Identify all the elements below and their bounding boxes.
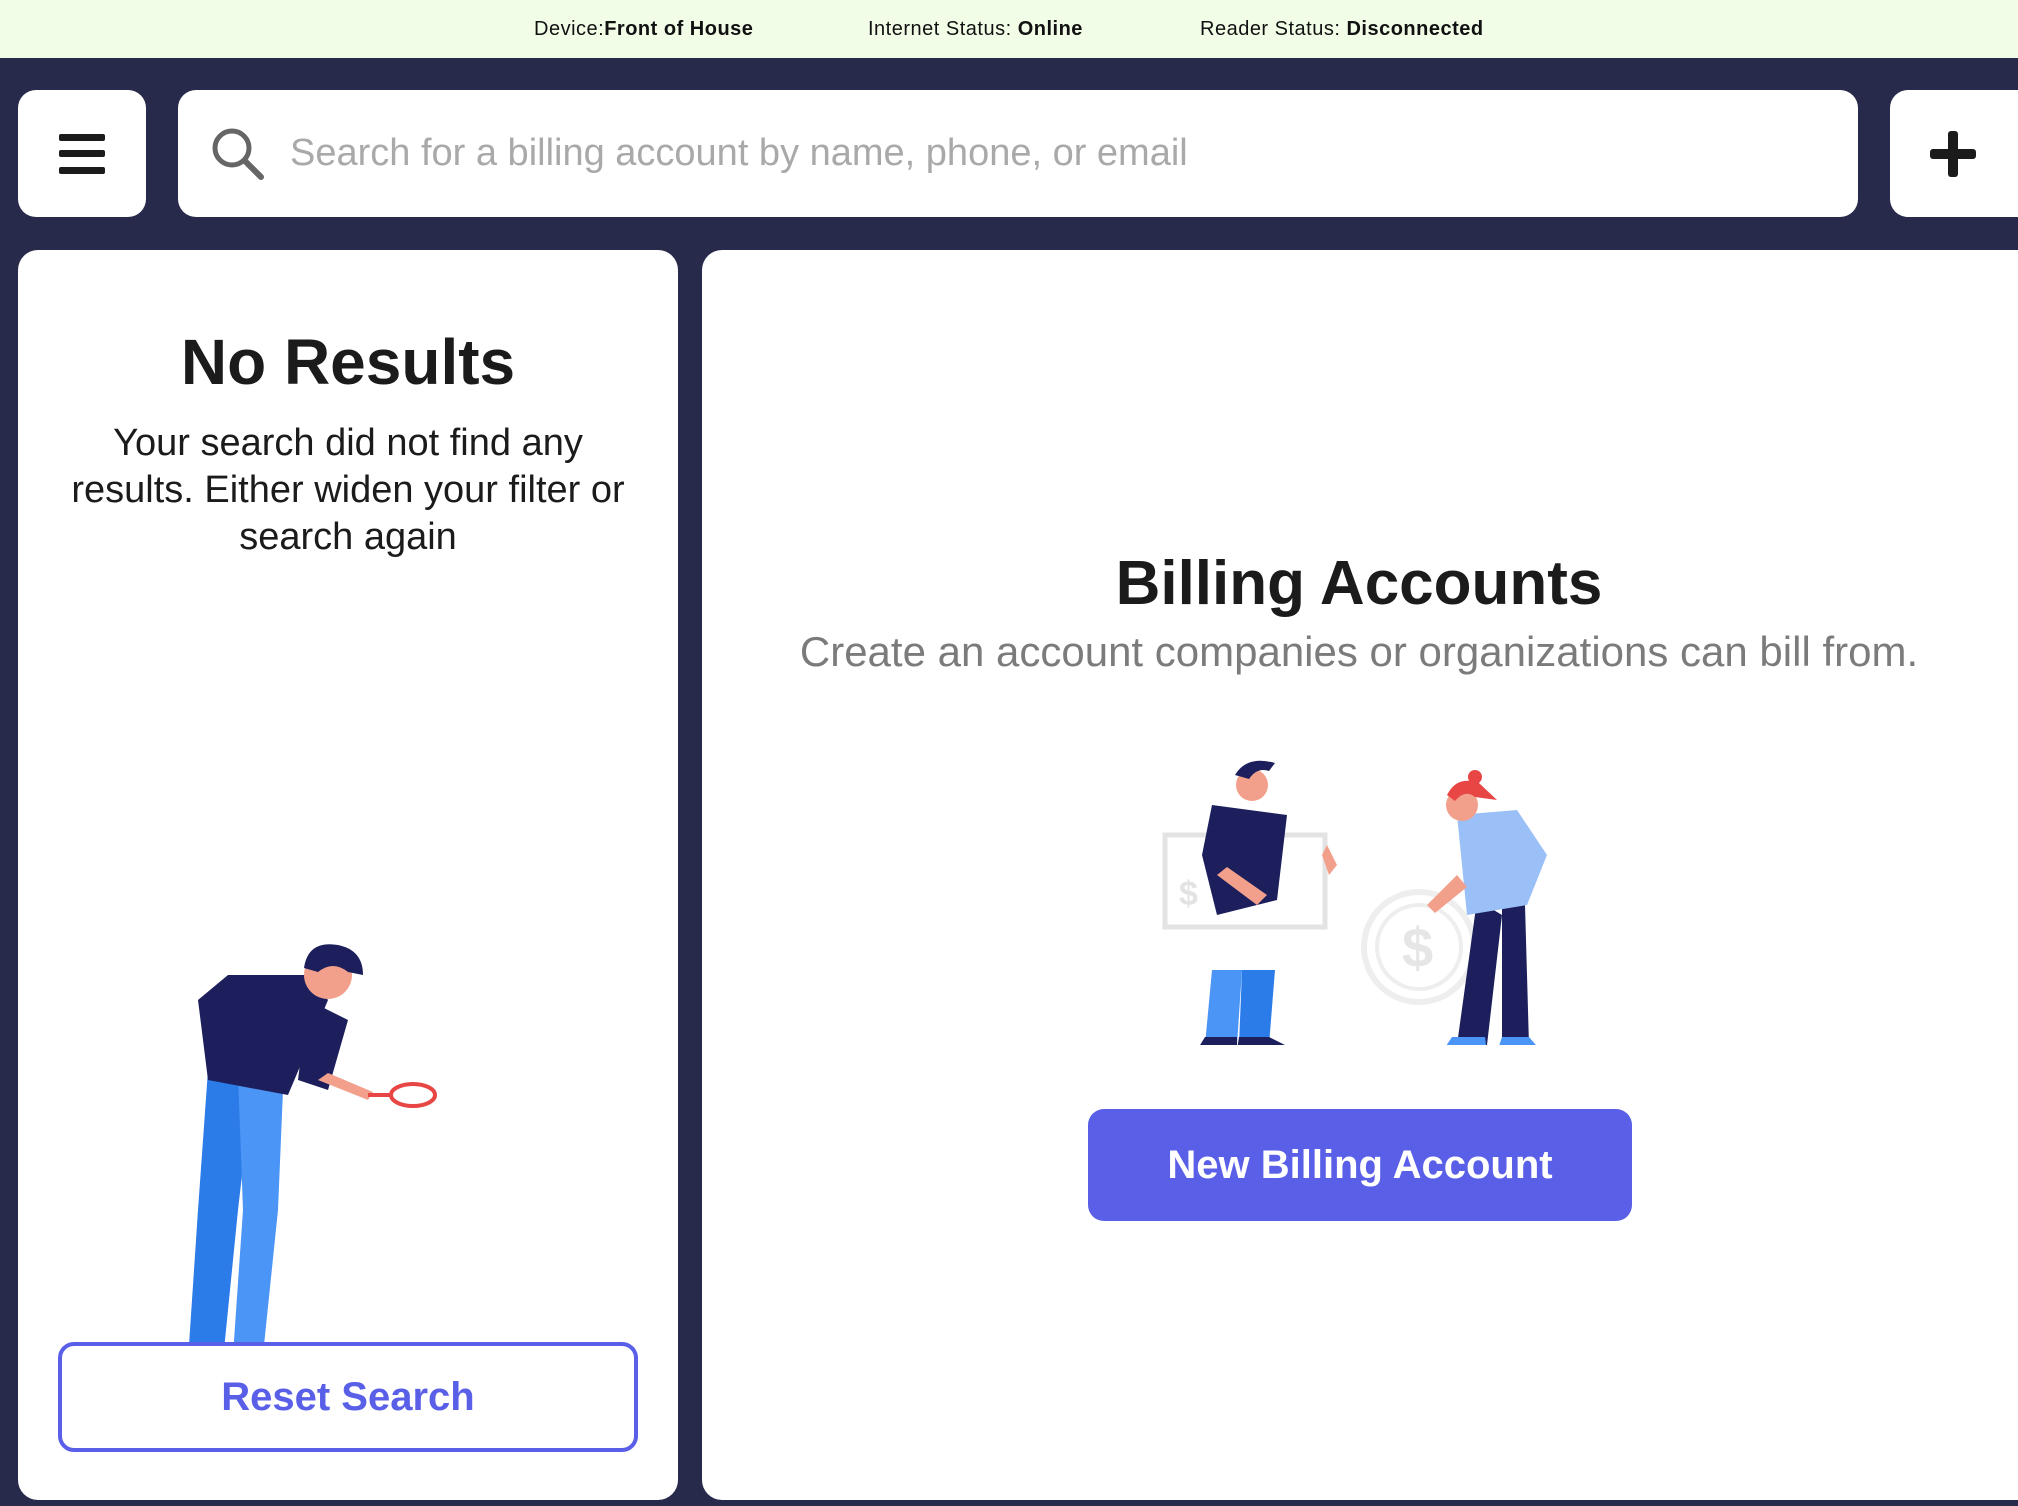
search-results-panel: No Results Your search did not find any …	[18, 250, 678, 1500]
device-label: Device:	[534, 18, 605, 40]
svg-text:$: $	[1402, 916, 1433, 979]
search-box[interactable]	[178, 90, 1858, 217]
new-billing-account-button[interactable]: New Billing Account	[1088, 1109, 1632, 1221]
reader-value: Disconnected	[1346, 18, 1484, 40]
searching-person-illustration	[176, 944, 535, 1372]
no-results-message: Your search did not find any results. Ei…	[71, 422, 625, 558]
menu-icon	[59, 133, 105, 174]
reader-status: Reader Status: Disconnected	[1200, 18, 1484, 41]
no-results-title: No Results	[180, 326, 516, 398]
device-value: Front of House	[604, 18, 754, 40]
billing-accounts-panel: Billing Accounts Create an account compa…	[702, 250, 2018, 1500]
search-input[interactable]	[290, 120, 1830, 186]
internet-label: Internet Status:	[868, 18, 1018, 40]
reset-search-button[interactable]: Reset Search	[58, 1342, 638, 1452]
internet-status: Internet Status: Online	[868, 18, 1083, 41]
billing-accounts-subtitle: Create an account companies or organizat…	[799, 628, 1919, 675]
menu-button[interactable]	[18, 90, 146, 217]
search-icon	[212, 128, 264, 180]
status-bar: Device:Front of House Internet Status: O…	[0, 0, 2018, 58]
billing-accounts-title: Billing Accounts	[1115, 549, 1603, 618]
internet-value: Online	[1017, 18, 1083, 40]
svg-text:$: $	[1179, 875, 1198, 913]
add-button[interactable]	[1890, 90, 2018, 217]
billing-exchange-illustration: $ $	[1162, 760, 1547, 1045]
reader-label: Reader Status:	[1200, 18, 1347, 40]
device-status: Device:Front of House	[534, 18, 753, 41]
plus-icon	[1930, 130, 1976, 177]
